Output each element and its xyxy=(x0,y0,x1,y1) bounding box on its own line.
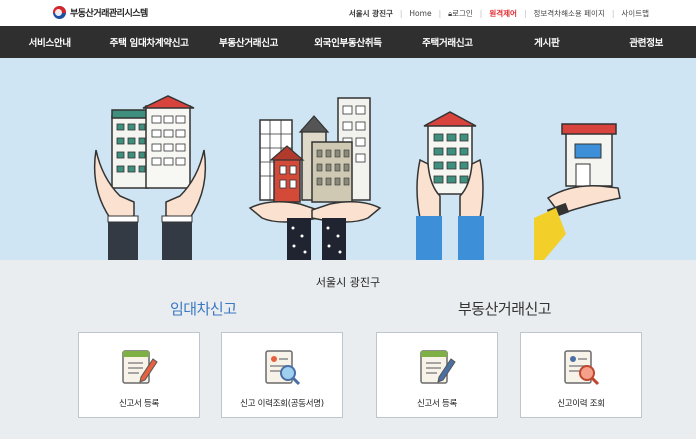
top-bar: 부동산거래관리시스템 서울시 광진구 | Home | 🔒︎로그인 | 원격제어… xyxy=(0,0,696,26)
card-label: 신고 이력조회(공동서명) xyxy=(240,399,324,409)
main-nav: 서비스안내 주택 임대차계약신고 부동산거래신고 외국인부동산취득 주택거래신고… xyxy=(0,26,696,58)
lease-report-history-button[interactable]: 신고 이력조회(공동서명) xyxy=(221,332,343,418)
house-hand-illustration xyxy=(534,123,621,260)
nav-realestate-report[interactable]: 부동산거래신고 xyxy=(199,26,298,58)
hero-illustration xyxy=(93,95,621,260)
accessibility-page-link[interactable]: 정보격차해소용 페이지 xyxy=(526,8,611,19)
region-link[interactable]: 서울시 광진구 xyxy=(342,8,400,19)
nav-service-info[interactable]: 서비스안내 xyxy=(0,26,99,58)
building-hands-illustration xyxy=(416,111,484,260)
service-panel: 서울시 광진구 임대차신고 부동산거래신고 신고서 등록 신고 이력조회(공동서… xyxy=(0,260,696,439)
history-search-icon xyxy=(265,350,301,386)
card-label: 신고이력 조회 xyxy=(557,399,605,409)
report-write-icon xyxy=(122,350,158,384)
login-link[interactable]: 🔒︎로그인 xyxy=(441,8,480,19)
apartment-hands-illustration xyxy=(93,95,207,260)
nav-board[interactable]: 게시판 xyxy=(497,26,596,58)
city-hands-illustration xyxy=(248,97,382,260)
report-write-icon xyxy=(420,350,456,384)
realestate-report-history-button[interactable]: 신고이력 조회 xyxy=(520,332,642,418)
card-label: 신고서 등록 xyxy=(416,399,457,409)
nav-foreigner-acquisition[interactable]: 외국인부동산취득 xyxy=(298,26,397,58)
site-logo[interactable]: 부동산거래관리시스템 xyxy=(53,6,148,19)
hero-banner xyxy=(0,58,696,260)
remote-control-link[interactable]: 원격제어 xyxy=(482,8,524,19)
lease-report-title: 임대차신고 xyxy=(170,300,237,318)
nav-housing-report[interactable]: 주택거래신고 xyxy=(398,26,497,58)
lease-report-register-button[interactable]: 신고서 등록 xyxy=(78,332,200,418)
card-label: 신고서 등록 xyxy=(118,399,159,409)
site-logo-text: 부동산거래관리시스템 xyxy=(70,9,148,19)
utility-menu: 서울시 광진구 | Home | 🔒︎로그인 | 원격제어 | 정보격차해소용 … xyxy=(342,8,656,19)
nav-lease-report[interactable]: 주택 임대차계약신고 xyxy=(99,26,198,58)
region-title: 서울시 광진구 xyxy=(315,276,381,289)
realestate-report-register-button[interactable]: 신고서 등록 xyxy=(376,332,498,418)
nav-related-info[interactable]: 관련정보 xyxy=(597,26,696,58)
sitemap-link[interactable]: 사이트맵 xyxy=(614,8,656,19)
history-search-icon xyxy=(564,350,600,386)
home-link[interactable]: Home xyxy=(402,9,438,18)
government-emblem-icon xyxy=(53,6,66,19)
realestate-report-title: 부동산거래신고 xyxy=(458,300,552,318)
